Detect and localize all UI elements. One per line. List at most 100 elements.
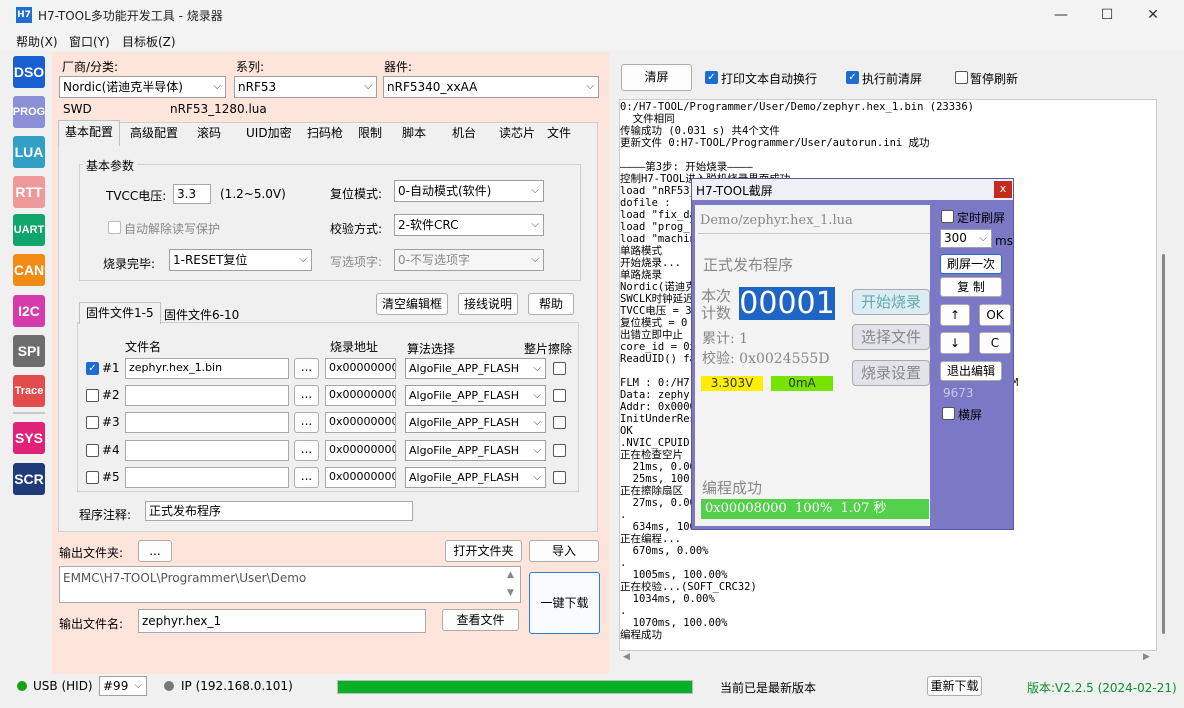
sidebar-trace-button[interactable]: Trace [13,375,45,407]
tab-0[interactable]: 基本配置 [58,120,121,146]
firmware-row-checkbox[interactable] [86,444,99,457]
scroll-right-icon[interactable]: ▶ [1143,652,1150,662]
log-horizontal-scrollbar[interactable]: ◀ ▶ [619,651,1157,667]
firmware-browse-button[interactable]: ... [294,358,319,379]
landscape-checkbox[interactable] [942,407,955,420]
series-select[interactable]: nRF53 ⌵ [234,76,377,98]
firmware-chip-erase-checkbox[interactable] [553,416,566,429]
minimize-icon[interactable]: — [1038,0,1084,31]
clear-before-checkbox[interactable]: ✓ [846,71,859,84]
select-file-button[interactable]: 选择文件 [852,324,930,350]
firmware-file-input[interactable] [125,440,289,461]
tab-4[interactable]: 扫码枪 [301,122,349,145]
write-option-select[interactable]: 0-不写选项字 ⌵ [394,249,544,271]
menu-target-board[interactable]: 目标板(Z) [122,33,176,50]
firmware-file-input[interactable] [125,385,289,406]
sidebar-dso-button[interactable]: DSO [13,56,45,88]
vendor-select[interactable]: Nordic(诺迪克半导体) ⌵ [59,76,226,98]
tab-7[interactable]: 机台 [446,122,482,145]
device-select[interactable]: nRF5340_xxAA ⌵ [383,76,599,98]
view-file-button[interactable]: 查看文件 [442,609,519,631]
firmware-file-input[interactable]: zephyr.hex_1.bin [125,358,289,379]
finish-select[interactable]: 1-RESET复位 ⌵ [169,249,312,271]
device-number-select[interactable]: #99 ⌵ [99,676,147,696]
refresh-once-button[interactable]: 刷屏一次 [940,254,1002,274]
firmware-algo-select[interactable]: AlgoFile_APP_FLASH ⌵ [405,412,546,433]
tab-firmware-1-5[interactable]: 固件文件1-5 [79,302,161,324]
auto-unlock-checkbox[interactable] [108,221,121,234]
tab-8[interactable]: 读芯片 [493,122,541,145]
tab-9[interactable]: 文件 [541,122,577,145]
start-program-button[interactable]: 开始烧录 [852,289,930,315]
clear-edit-button[interactable]: 清空编辑框 [376,293,448,315]
maximize-icon[interactable]: ☐ [1084,0,1130,31]
clear-screen-button[interactable]: 清屏 [621,64,692,91]
sidebar-i2c-button[interactable]: I2C [13,295,45,327]
log-scroll-thumb[interactable] [1162,254,1165,634]
firmware-chip-erase-checkbox[interactable] [553,444,566,457]
program-settings-button[interactable]: 烧录设置 [852,360,930,386]
c-button[interactable]: C [979,332,1011,354]
exit-edit-button[interactable]: 退出编辑 [940,361,1002,381]
sidebar-sys-button[interactable]: SYS [13,422,45,454]
sidebar-scr-button[interactable]: SCR [13,463,45,495]
interval-select[interactable]: 300 ⌵ [940,229,992,248]
reset-mode-select[interactable]: 0-自动模式(软件) ⌵ [394,180,544,202]
firmware-browse-button[interactable]: ... [294,412,319,433]
firmware-algo-select[interactable]: AlgoFile_APP_FLASH ⌵ [405,440,546,461]
firmware-row-checkbox[interactable]: ✓ [86,362,99,375]
firmware-browse-button[interactable]: ... [294,467,319,488]
sidebar-uart-button[interactable]: UART [13,214,45,246]
firmware-chip-erase-checkbox[interactable] [553,362,566,375]
menu-window[interactable]: 窗口(Y) [69,33,110,50]
firmware-browse-button[interactable]: ... [294,440,319,461]
firmware-chip-erase-checkbox[interactable] [553,389,566,402]
firmware-row-checkbox[interactable] [86,471,99,484]
wiring-help-button[interactable]: 接线说明 [458,293,518,315]
timer-refresh-checkbox[interactable] [941,210,954,223]
pause-refresh-checkbox[interactable] [955,71,968,84]
sidebar-lua-button[interactable]: LUA [13,136,45,168]
dialog-close-icon[interactable]: x [994,181,1012,198]
sidebar-prog-button[interactable]: PROG [13,96,45,128]
tab-2[interactable]: 滚码 [191,122,227,145]
scroll-down-icon[interactable]: ▼ [507,588,514,598]
firmware-file-input[interactable] [125,412,289,433]
firmware-address-input[interactable]: 0x00000000 [325,358,396,379]
tab-firmware-6-10[interactable]: 固件文件6-10 [158,306,245,329]
firmware-row-checkbox[interactable] [86,416,99,429]
tab-6[interactable]: 脚本 [396,122,432,145]
help-button[interactable]: 帮助 [528,293,574,315]
sidebar-rtt-button[interactable]: RTT [13,176,45,208]
wrap-text-checkbox[interactable]: ✓ [705,71,718,84]
firmware-file-input[interactable] [125,467,289,488]
log-vertical-scrollbar[interactable] [1157,99,1171,651]
tab-1[interactable]: 高级配置 [124,122,184,145]
ok-button[interactable]: OK [979,304,1011,326]
firmware-algo-select[interactable]: AlgoFile_APP_FLASH ⌵ [405,385,546,406]
scroll-left-icon[interactable]: ◀ [623,652,630,662]
open-folder-button[interactable]: 打开文件夹 [445,540,522,562]
one-click-download-button[interactable]: 一键下载 [529,572,600,634]
import-button[interactable]: 导入 [529,540,599,562]
firmware-chip-erase-checkbox[interactable] [553,471,566,484]
up-button[interactable]: ↑ [940,304,970,326]
output-folder-browse[interactable]: ... [138,540,172,562]
firmware-address-input[interactable]: 0x00000000 [325,385,396,406]
scroll-up-icon[interactable]: ▲ [507,570,514,580]
firmware-browse-button[interactable]: ... [294,385,319,406]
sidebar-spi-button[interactable]: SPI [13,335,45,367]
note-input[interactable]: 正式发布程序 [145,501,413,521]
redownload-button[interactable]: 重新下载 [927,676,982,696]
tab-5[interactable]: 限制 [352,122,388,145]
down-button[interactable]: ↓ [940,332,970,354]
tvcc-input[interactable]: 3.3 [173,184,211,204]
output-name-input[interactable]: zephyr.hex_1 [138,609,426,633]
menu-help[interactable]: 帮助(X) [16,33,58,50]
close-icon[interactable]: ✕ [1130,0,1176,31]
firmware-algo-select[interactable]: AlgoFile_APP_FLASH ⌵ [405,467,546,488]
output-path-field[interactable]: EMMC\H7-TOOL\Programmer\User\Demo [59,566,521,603]
verify-select[interactable]: 2-软件CRC ⌵ [394,214,544,236]
tab-3[interactable]: UID加密 [240,122,298,145]
copy-button[interactable]: 复 制 [940,277,1002,297]
